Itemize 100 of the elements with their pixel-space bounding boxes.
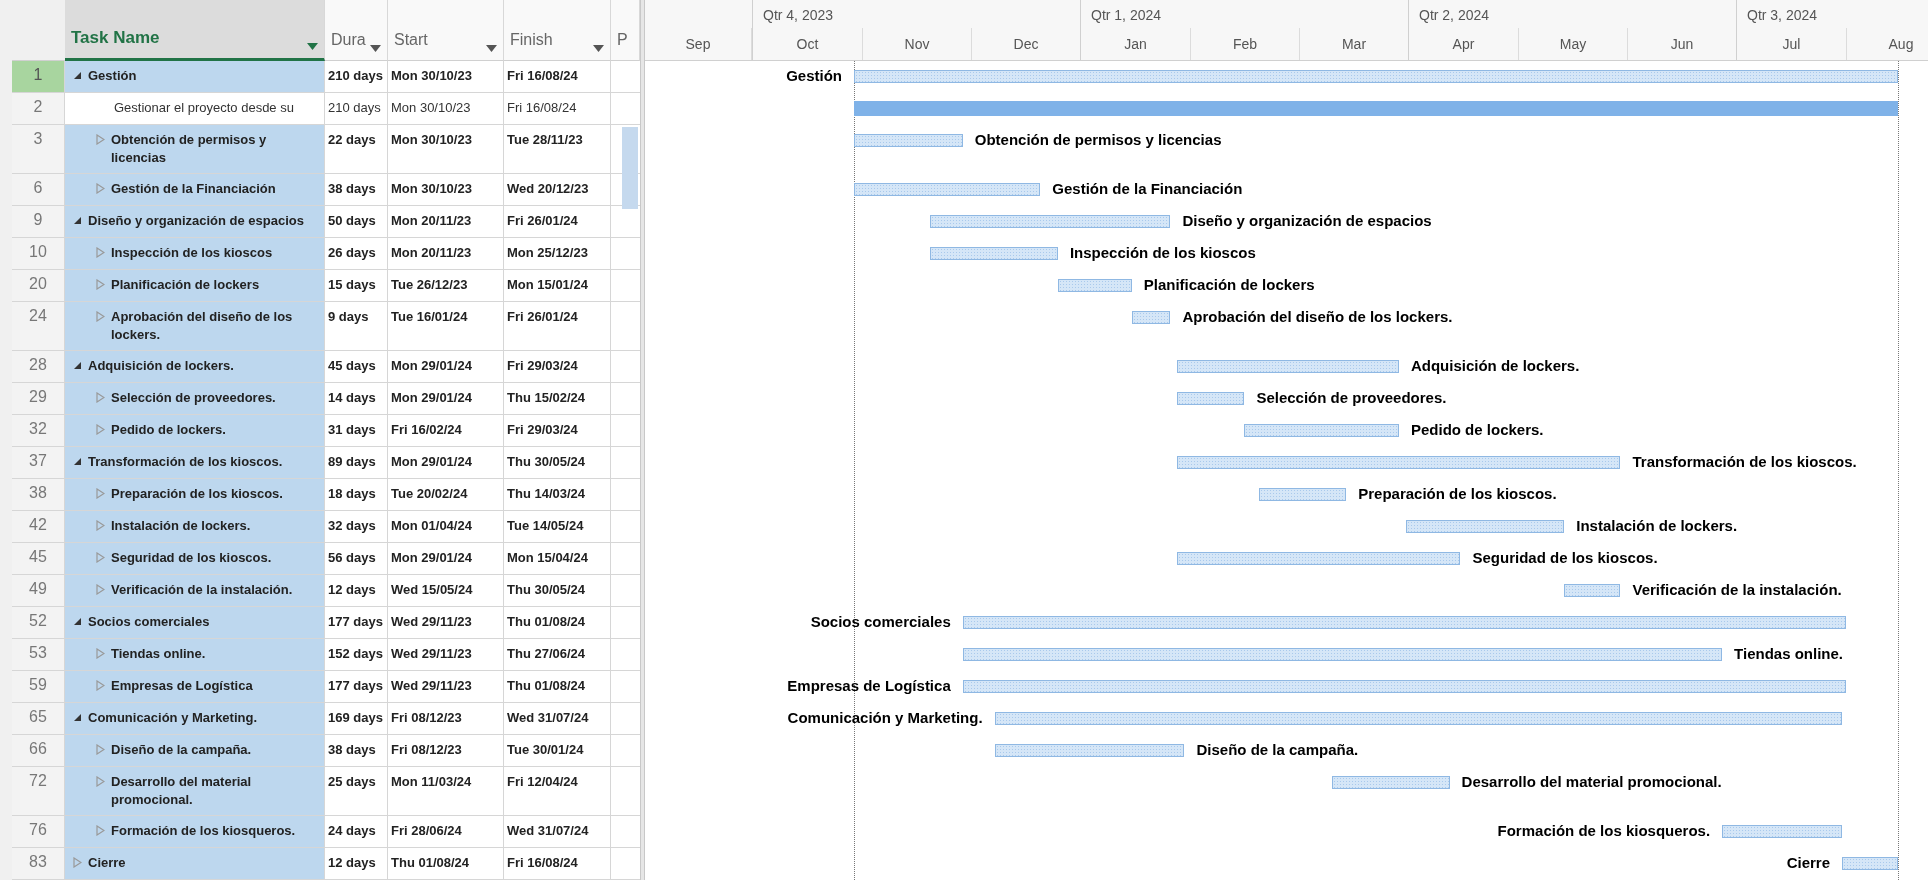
summary-bar[interactable] — [853, 183, 1041, 196]
filter-caret-icon[interactable] — [593, 45, 604, 52]
filter-caret-icon[interactable] — [486, 45, 497, 52]
row-number[interactable]: 65 — [12, 703, 65, 735]
column-header[interactable]: Finish — [504, 0, 611, 61]
collapse-triangle-icon[interactable] — [73, 457, 82, 466]
task-name-cell[interactable]: Verificación de la instalación. — [65, 575, 325, 607]
column-header[interactable]: P — [611, 0, 640, 61]
task-name-cell[interactable]: Seguridad de los kioscos. — [65, 543, 325, 575]
column-header[interactable]: Start — [388, 0, 504, 61]
task-name-cell[interactable]: Aprobación del diseño de los lockers. — [65, 302, 325, 351]
task-bar[interactable] — [853, 101, 1899, 116]
summary-bar[interactable] — [930, 215, 1171, 228]
row-number[interactable]: 83 — [12, 848, 65, 880]
collapse-triangle-icon[interactable] — [73, 216, 82, 225]
expand-triangle-icon[interactable] — [96, 311, 105, 322]
summary-bar[interactable] — [1177, 552, 1461, 565]
row-number[interactable]: 9 — [12, 206, 65, 238]
row-number[interactable]: 28 — [12, 351, 65, 383]
summary-bar[interactable] — [962, 648, 1723, 661]
row-number[interactable]: 66 — [12, 735, 65, 767]
column-header[interactable]: Task Name — [65, 0, 325, 61]
expand-triangle-icon[interactable] — [96, 825, 105, 836]
expand-triangle-icon[interactable] — [96, 183, 105, 194]
row-number[interactable]: 49 — [12, 575, 65, 607]
summary-bar[interactable] — [930, 247, 1058, 260]
collapse-triangle-icon[interactable] — [73, 71, 82, 80]
row-number[interactable]: 52 — [12, 607, 65, 639]
task-name-cell[interactable]: Adquisición de lockers. — [65, 351, 325, 383]
filter-caret-icon[interactable] — [307, 43, 318, 50]
summary-bar[interactable] — [853, 70, 1899, 83]
expand-triangle-icon[interactable] — [96, 552, 105, 563]
summary-bar[interactable] — [1259, 488, 1347, 501]
task-name-cell[interactable]: Gestión de la Financiación — [65, 174, 325, 206]
collapse-triangle-icon[interactable] — [73, 617, 82, 626]
summary-bar[interactable] — [1564, 584, 1621, 597]
task-name-cell[interactable]: Tiendas online. — [65, 639, 325, 671]
summary-bar[interactable] — [1177, 360, 1399, 373]
row-number[interactable]: 32 — [12, 415, 65, 447]
summary-bar[interactable] — [962, 616, 1846, 629]
expand-triangle-icon[interactable] — [96, 584, 105, 595]
summary-bar[interactable] — [994, 712, 1842, 725]
summary-bar[interactable] — [1244, 424, 1399, 437]
task-name-cell[interactable]: Transformación de los kioscos. — [65, 447, 325, 479]
summary-bar[interactable] — [994, 744, 1185, 757]
summary-bar[interactable] — [1842, 857, 1899, 870]
expand-triangle-icon[interactable] — [73, 857, 82, 868]
task-name-cell[interactable]: Diseño y organización de espacios — [65, 206, 325, 238]
filter-caret-icon[interactable] — [370, 45, 381, 52]
row-number[interactable]: 37 — [12, 447, 65, 479]
expand-triangle-icon[interactable] — [96, 488, 105, 499]
summary-bar[interactable] — [1057, 279, 1132, 292]
task-name-cell[interactable]: Formación de los kiosqueros. — [65, 816, 325, 848]
summary-bar[interactable] — [962, 680, 1846, 693]
expand-triangle-icon[interactable] — [96, 392, 105, 403]
task-name-cell[interactable]: Socios comerciales — [65, 607, 325, 639]
expand-triangle-icon[interactable] — [96, 648, 105, 659]
collapse-triangle-icon[interactable] — [73, 361, 82, 370]
row-number[interactable]: 6 — [12, 174, 65, 206]
task-name-cell[interactable]: Cierre — [65, 848, 325, 880]
row-number[interactable]: 72 — [12, 767, 65, 816]
task-name-cell[interactable]: Gestionar el proyecto desde su — [65, 93, 325, 125]
row-number[interactable]: 2 — [12, 93, 65, 125]
expand-triangle-icon[interactable] — [96, 424, 105, 435]
summary-bar[interactable] — [1332, 776, 1450, 789]
task-name-cell[interactable]: Empresas de Logística — [65, 671, 325, 703]
row-number[interactable]: 38 — [12, 479, 65, 511]
expand-triangle-icon[interactable] — [96, 776, 105, 787]
scrollbar-thumb[interactable] — [622, 127, 638, 209]
column-header[interactable]: Dura — [325, 0, 388, 61]
summary-bar[interactable] — [853, 134, 963, 147]
expand-triangle-icon[interactable] — [96, 279, 105, 290]
row-number[interactable]: 3 — [12, 125, 65, 174]
task-name-cell[interactable]: Diseño de la campaña. — [65, 735, 325, 767]
expand-triangle-icon[interactable] — [96, 247, 105, 258]
expand-triangle-icon[interactable] — [96, 520, 105, 531]
task-name-cell[interactable]: Comunicación y Marketing. — [65, 703, 325, 735]
task-name-cell[interactable]: Selección de proveedores. — [65, 383, 325, 415]
task-name-cell[interactable]: Instalación de lockers. — [65, 511, 325, 543]
expand-triangle-icon[interactable] — [96, 744, 105, 755]
summary-bar[interactable] — [1406, 520, 1565, 533]
row-number[interactable]: 1 — [12, 61, 65, 93]
collapse-triangle-icon[interactable] — [73, 713, 82, 722]
row-number[interactable]: 24 — [12, 302, 65, 351]
expand-triangle-icon[interactable] — [96, 134, 105, 145]
summary-bar[interactable] — [1177, 392, 1245, 405]
row-number[interactable]: 59 — [12, 671, 65, 703]
row-number[interactable]: 76 — [12, 816, 65, 848]
summary-bar[interactable] — [1131, 311, 1171, 324]
row-number[interactable]: 45 — [12, 543, 65, 575]
row-number[interactable]: 29 — [12, 383, 65, 415]
task-name-cell[interactable]: Obtención de permisos y licencias — [65, 125, 325, 174]
summary-bar[interactable] — [1722, 825, 1842, 838]
task-name-cell[interactable]: Gestión — [65, 61, 325, 93]
task-name-cell[interactable]: Pedido de lockers. — [65, 415, 325, 447]
select-all-corner[interactable] — [12, 0, 65, 61]
row-number[interactable]: 20 — [12, 270, 65, 302]
row-number[interactable]: 42 — [12, 511, 65, 543]
summary-bar[interactable] — [1177, 456, 1621, 469]
task-name-cell[interactable]: Inspección de los kioscos — [65, 238, 325, 270]
